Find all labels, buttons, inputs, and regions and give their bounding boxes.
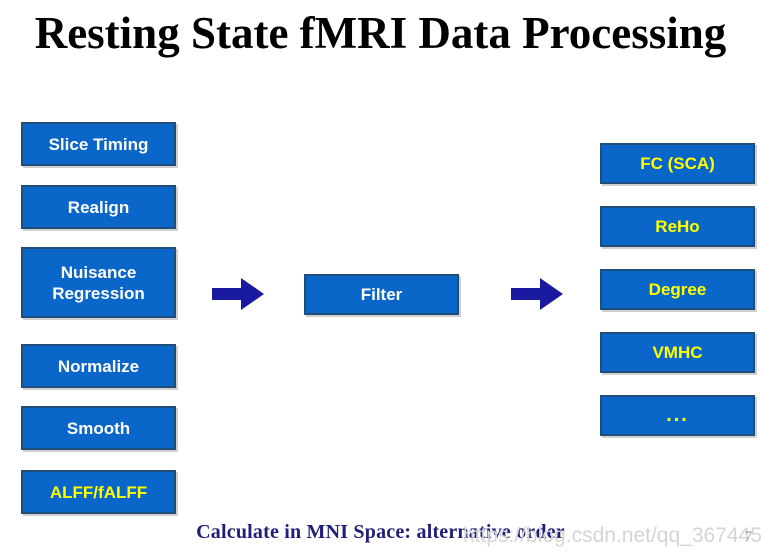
step-smooth[interactable]: Smooth bbox=[21, 406, 176, 450]
page-title: Resting State fMRI Data Processing bbox=[34, 8, 727, 58]
measure-label: Degree bbox=[648, 280, 707, 299]
measure-label: VMHC bbox=[652, 343, 703, 362]
page-number: 7 bbox=[744, 529, 753, 545]
measure-label: ReHo bbox=[655, 217, 700, 236]
step-label: Smooth bbox=[66, 418, 131, 438]
step-nuisance-regression[interactable]: Nuisance Regression bbox=[21, 247, 176, 318]
step-realign[interactable]: Realign bbox=[21, 185, 176, 229]
step-label: Filter bbox=[360, 285, 403, 304]
step-label: Slice Timing bbox=[48, 134, 149, 154]
measure-fc-sca[interactable]: FC (SCA) bbox=[600, 143, 755, 184]
step-label: Normalize bbox=[57, 356, 140, 376]
slide-canvas: Resting State fMRI Data Processing Slice… bbox=[0, 0, 761, 553]
step-label: Nuisance Regression bbox=[52, 262, 145, 303]
arrow-left-icon bbox=[212, 277, 264, 311]
step-normalize[interactable]: Normalize bbox=[21, 344, 176, 388]
measure-item[interactable]: ... bbox=[600, 395, 755, 436]
step-label: Realign bbox=[67, 197, 130, 217]
measure-degree[interactable]: Degree bbox=[600, 269, 755, 310]
step-label: ALFF/fALFF bbox=[49, 482, 148, 502]
measure-reho[interactable]: ReHo bbox=[600, 206, 755, 247]
measure-label: FC (SCA) bbox=[640, 154, 715, 173]
measure-label: ... bbox=[666, 404, 689, 426]
arrow-right-icon bbox=[511, 277, 563, 311]
step-slice-timing[interactable]: Slice Timing bbox=[21, 122, 176, 166]
step-alff-falff[interactable]: ALFF/fALFF bbox=[21, 470, 176, 514]
slide-caption: Calculate in MNI Space: alternative orde… bbox=[196, 521, 565, 543]
measure-vmhc[interactable]: VMHC bbox=[600, 332, 755, 373]
step-filter[interactable]: Filter bbox=[304, 274, 459, 315]
